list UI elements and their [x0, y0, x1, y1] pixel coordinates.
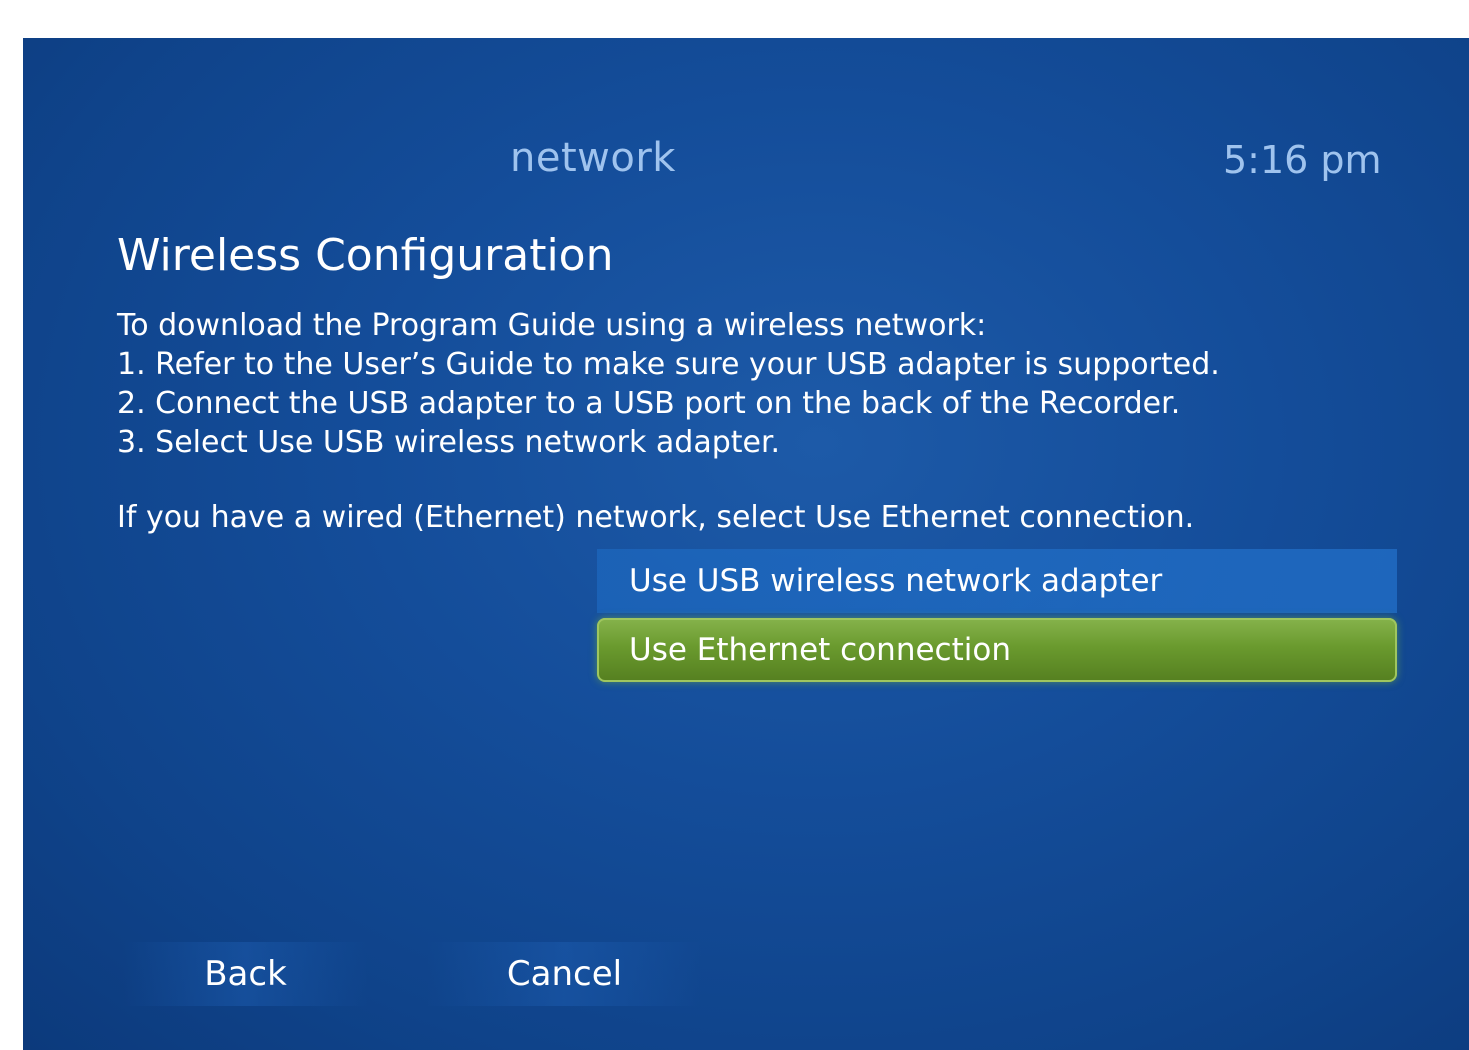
instruction-line: 3. Select Use USB wireless network adapt…: [117, 425, 781, 460]
use-ethernet-connection-option[interactable]: Use Ethernet connection: [597, 618, 1397, 682]
clock: 5:16 pm: [1223, 138, 1382, 182]
use-usb-wireless-adapter-option[interactable]: Use USB wireless network adapter: [597, 549, 1397, 613]
instruction-line: 1. Refer to the User’s Guide to make sur…: [117, 347, 1220, 382]
instruction-line: 2. Connect the USB adapter to a USB port…: [117, 386, 1181, 421]
wireless-configuration-screen: network 5:16 pm Wireless Configuration T…: [23, 38, 1469, 1050]
cancel-button[interactable]: Cancel: [427, 942, 702, 1006]
ethernet-note: If you have a wired (Ethernet) network, …: [117, 500, 1195, 535]
back-button[interactable]: Back: [123, 942, 368, 1006]
instruction-line: To download the Program Guide using a wi…: [117, 308, 987, 343]
section-title: network: [510, 135, 676, 181]
instructions-text: To download the Program Guide using a wi…: [117, 306, 1417, 462]
page-title: Wireless Configuration: [117, 230, 614, 281]
